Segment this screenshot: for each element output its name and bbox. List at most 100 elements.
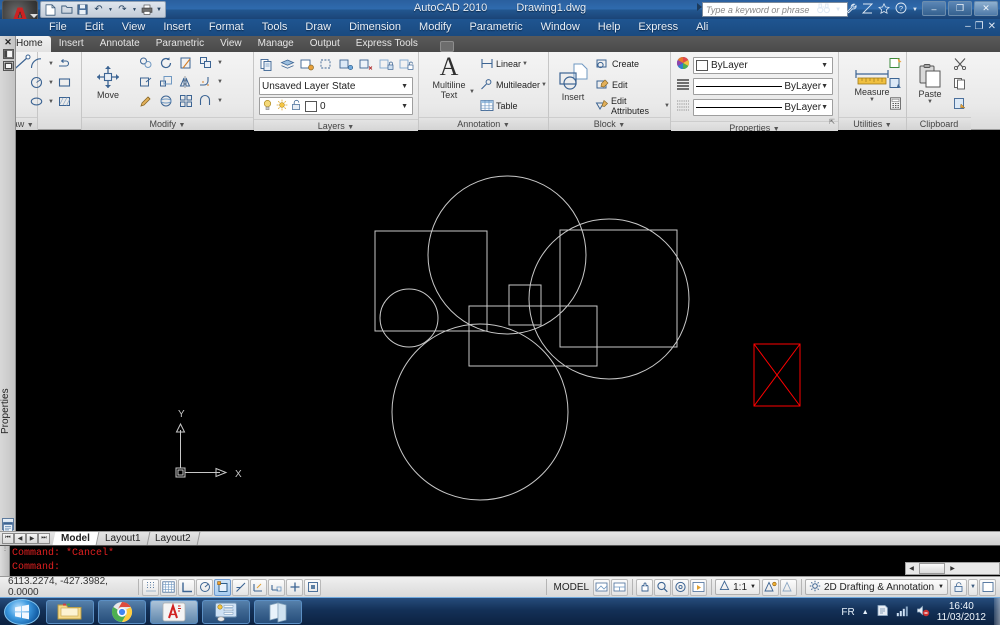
- binoculars-icon[interactable]: [817, 3, 830, 17]
- layer-off-icon[interactable]: [358, 55, 376, 74]
- ellipse-dropdown-icon[interactable]: ▼: [48, 99, 54, 105]
- action-center-icon[interactable]: [876, 604, 889, 620]
- menu-item-file[interactable]: File: [40, 19, 76, 36]
- current-layer-chevron-down-icon[interactable]: ▼: [401, 103, 410, 110]
- workspace-combo[interactable]: 2D Drafting & Annotation ▼: [804, 579, 948, 595]
- command-prompt-line[interactable]: Command:: [12, 561, 60, 574]
- qat-save-icon[interactable]: [75, 3, 90, 17]
- layers-panel-expand-icon[interactable]: ▼: [347, 124, 354, 131]
- prev-layout-button[interactable]: ◀: [14, 533, 26, 544]
- close-icon[interactable]: ✕: [4, 37, 12, 47]
- ellipse-tool-icon[interactable]: [27, 92, 46, 111]
- trim-tool-icon[interactable]: [176, 53, 195, 72]
- space-label[interactable]: MODEL: [550, 582, 594, 593]
- tab-layout1[interactable]: Layout1: [96, 532, 150, 545]
- mdi-restore-button[interactable]: ❐: [975, 22, 984, 32]
- close-button[interactable]: ✕: [974, 1, 998, 16]
- block-panel-expand-icon[interactable]: ▼: [618, 122, 625, 129]
- quick-select-icon[interactable]: [886, 54, 905, 73]
- minimize-button[interactable]: –: [922, 1, 946, 16]
- maximize-button[interactable]: ❐: [948, 1, 972, 16]
- quick-calculator-icon[interactable]: [886, 94, 905, 113]
- allow-ucs-toggle[interactable]: [250, 578, 267, 596]
- edit-label[interactable]: Edit: [612, 80, 628, 90]
- last-layout-button[interactable]: ⏭: [38, 533, 50, 544]
- menu-item-window[interactable]: Window: [532, 19, 589, 36]
- measure-dropdown-icon[interactable]: ▼: [869, 97, 875, 103]
- menu-item-insert[interactable]: Insert: [154, 19, 200, 36]
- fillet-dropdown-icon[interactable]: ▼: [217, 79, 223, 85]
- menu-item-help[interactable]: Help: [589, 19, 630, 36]
- toolbar-lock-icon[interactable]: [950, 578, 967, 596]
- arc-dropdown-icon[interactable]: ▼: [48, 61, 54, 67]
- qat-undo-icon[interactable]: ↶: [91, 3, 106, 17]
- command-line[interactable]: ⋮ Command: *Cancel* Command:: [0, 545, 1000, 577]
- layer-state-combo[interactable]: Unsaved Layer State ▼: [259, 77, 413, 95]
- steering-wheel-icon[interactable]: [672, 578, 690, 596]
- big-right-circle[interactable]: [528, 218, 690, 380]
- volume-muted-icon[interactable]: [916, 604, 930, 620]
- layer-unlock-icon[interactable]: [397, 55, 415, 74]
- lineweight-combo[interactable]: ByLayer ▼: [693, 99, 833, 116]
- signin-icon[interactable]: [861, 3, 874, 17]
- clock[interactable]: 16:40 11/03/2012: [937, 601, 996, 623]
- stretch-tool-icon[interactable]: [136, 72, 155, 91]
- center-wide-rectangle[interactable]: [468, 305, 598, 367]
- taskbar-control-panel-button[interactable]: [202, 600, 250, 624]
- qat-plot-icon[interactable]: [139, 3, 154, 17]
- qat-redo-dropdown-icon[interactable]: ▼: [131, 3, 138, 17]
- taskbar-notepad-button[interactable]: [254, 600, 302, 624]
- coordinates-display[interactable]: 6113.2274, -427.3982, 0.0000: [0, 576, 135, 598]
- extend-dropdown-icon[interactable]: ▼: [217, 98, 223, 104]
- linear-label[interactable]: Linear: [496, 59, 521, 69]
- annotation-panel-title[interactable]: Annotation ▼: [419, 117, 548, 130]
- ribbon-tab-view[interactable]: View: [212, 36, 250, 52]
- network-icon[interactable]: [896, 605, 909, 620]
- annotation-panel-expand-icon[interactable]: ▼: [503, 122, 510, 129]
- hatch-tool-icon[interactable]: [55, 92, 74, 111]
- star-icon[interactable]: [878, 2, 890, 17]
- dynamic-input-toggle[interactable]: [286, 578, 303, 596]
- next-layout-button[interactable]: ▶: [26, 533, 38, 544]
- ribbon-tab-express-tools[interactable]: Express Tools: [348, 36, 426, 52]
- rotate-tool-icon[interactable]: [156, 53, 175, 72]
- menu-item-draw[interactable]: Draw: [296, 19, 340, 36]
- modify-panel-expand-icon[interactable]: ▼: [179, 122, 186, 129]
- layer-thaw-sun-icon[interactable]: [276, 99, 288, 114]
- small-left-circle[interactable]: [379, 288, 439, 348]
- left-rectangle[interactable]: [374, 230, 488, 332]
- ribbon-tab-output[interactable]: Output: [302, 36, 348, 52]
- mdi-close-button[interactable]: ✕: [988, 22, 996, 32]
- wrench-icon[interactable]: [846, 3, 857, 17]
- create-block-icon[interactable]: [593, 54, 612, 73]
- linetype-chevron-down-icon[interactable]: ▼: [821, 83, 830, 90]
- scale-tool-icon[interactable]: [156, 72, 175, 91]
- polyline-tool-icon[interactable]: [55, 54, 74, 73]
- show-hidden-icons-button[interactable]: ▲: [862, 609, 869, 616]
- layer-on-bulb-icon[interactable]: [262, 99, 273, 114]
- menu-item-modify[interactable]: Modify: [410, 19, 460, 36]
- tab-layout2[interactable]: Layout2: [147, 532, 201, 545]
- binoculars-dropdown-icon[interactable]: ▼: [835, 7, 841, 13]
- tab-model[interactable]: Model: [52, 532, 100, 545]
- multileader-icon[interactable]: [477, 75, 496, 94]
- big-top-circle[interactable]: [427, 175, 587, 335]
- ribbon-tab-insert[interactable]: Insert: [51, 36, 92, 52]
- menu-item-format[interactable]: Format: [200, 19, 253, 36]
- qat-redo-icon[interactable]: ↷: [115, 3, 130, 17]
- properties-palette-icon[interactable]: [2, 518, 14, 532]
- object-snap-tracking-toggle[interactable]: [232, 578, 249, 596]
- ribbon-minimize-icon[interactable]: [439, 41, 454, 52]
- linear-dropdown-icon[interactable]: ▼: [522, 61, 528, 67]
- menu-item-parametric[interactable]: Parametric: [460, 19, 531, 36]
- modify-panel-title[interactable]: Modify ▼: [82, 117, 253, 130]
- block-panel-title[interactable]: Block ▼: [549, 117, 670, 130]
- polar-tracking-toggle[interactable]: [196, 578, 213, 596]
- menu-item-express[interactable]: Express: [629, 19, 687, 36]
- properties-palette-collapsed[interactable]: ✕ Properties: [0, 36, 16, 536]
- status-menu-chevron-down-icon[interactable]: ▼: [968, 578, 978, 596]
- command-horizontal-scrollbar[interactable]: ◀ ▶: [905, 562, 1000, 575]
- paste-button[interactable]: Paste ▼: [910, 54, 950, 114]
- workspace-chevron-down-icon[interactable]: ▼: [938, 584, 944, 590]
- big-bottom-circle[interactable]: [391, 323, 569, 501]
